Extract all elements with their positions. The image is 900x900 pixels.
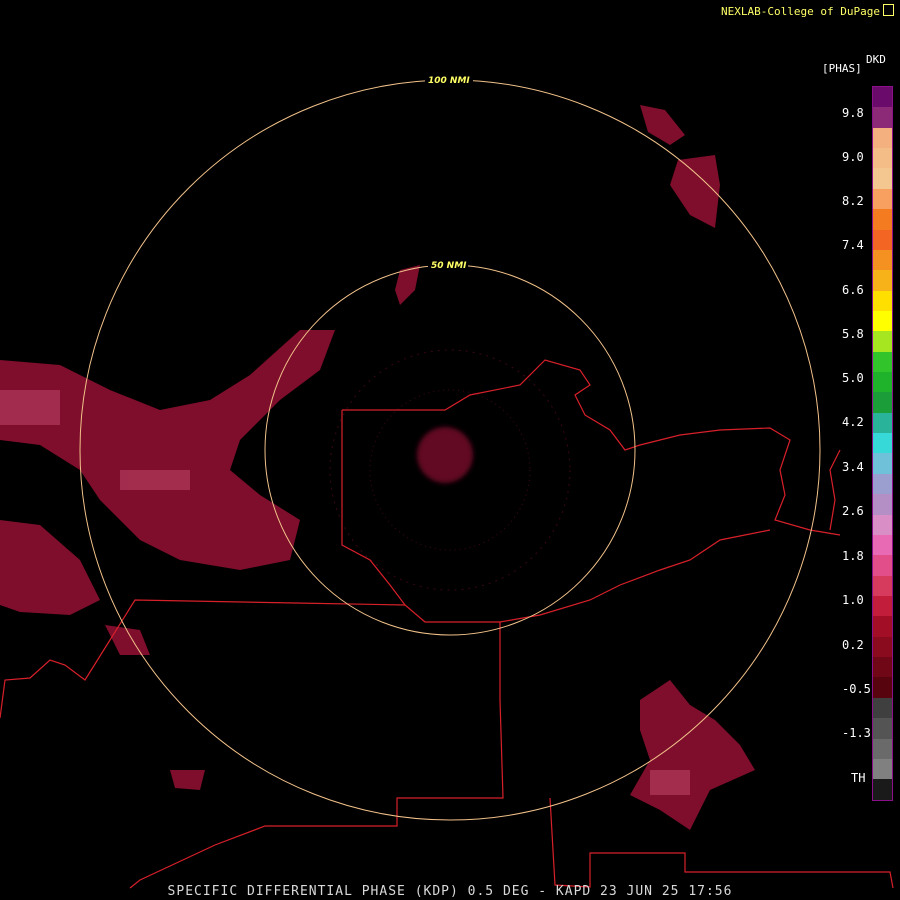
legend-color-swatch (873, 636, 892, 658)
legend-color-swatch (873, 290, 892, 311)
legend-tick-label: 1.0 (842, 593, 864, 607)
legend-tick-label: 9.0 (842, 150, 864, 164)
radar-map: 100 NMI 50 NMI (0, 74, 894, 889)
legend-tick-label: 1.8 (842, 549, 864, 563)
echo-south-small (170, 770, 205, 790)
legend-color-swatch (873, 87, 892, 108)
legend-color-swatch (873, 494, 892, 515)
echo-southwest-small (105, 625, 150, 655)
legend-color-swatch (873, 433, 892, 454)
border-state-east (829, 449, 841, 531)
legend-tick-label: 2.6 (842, 504, 864, 518)
clutter-center (417, 427, 473, 483)
legend-color-swatch (873, 555, 892, 576)
legend-color-swatch (873, 310, 892, 332)
legend-tick-label: 8.2 (842, 194, 864, 208)
legend-tick-label: 9.8 (842, 106, 864, 120)
echo-core-3 (650, 770, 690, 795)
legend-color-swatch (873, 616, 892, 637)
credit-label: NEXLAB-College of DuPage (721, 3, 894, 18)
legend-color-swatch (873, 453, 892, 474)
legend-color-swatch (873, 331, 892, 352)
legend-color-swatch (873, 188, 892, 210)
logo-icon (883, 4, 894, 16)
legend-color-swatch (873, 127, 892, 149)
color-legend-bar (872, 86, 893, 801)
border-county-east (341, 410, 771, 623)
legend-tick-label: -0.5 (842, 682, 871, 696)
legend-tick-label: 3.4 (842, 460, 864, 474)
legend-color-swatch (873, 209, 892, 230)
legend-color-swatch (873, 107, 892, 128)
legend-color-swatch (873, 758, 892, 780)
legend-color-swatch (873, 657, 892, 678)
legend-color-swatch (873, 372, 892, 393)
legend-color-swatch (873, 168, 892, 189)
legend-product: DKD (866, 53, 886, 66)
legend-color-swatch (873, 473, 892, 495)
legend-color-swatch (873, 249, 892, 271)
echo-layer (0, 105, 755, 830)
echo-northeast-1 (640, 105, 685, 145)
legend-tick-label: -1.3 (842, 726, 871, 740)
ring-label-100nmi: 100 NMI (428, 76, 470, 86)
border-county-west (342, 359, 841, 536)
legend-color-swatch (873, 677, 892, 698)
legend-units: [PHAS] (822, 62, 862, 75)
echo-north-cell (395, 265, 420, 305)
legend-tick-label: 7.4 (842, 238, 864, 252)
product-caption: SPECIFIC DIFFERENTIAL PHASE (KDP) 0.5 DE… (167, 884, 733, 899)
echo-northeast-2 (670, 155, 720, 228)
legend-tick-label: 5.8 (842, 327, 864, 341)
border-state-west (0, 599, 406, 719)
legend-color-swatch (873, 534, 892, 556)
legend-color-swatch (873, 412, 892, 434)
legend-color-swatch (873, 718, 892, 739)
legend-tick-label: TH (851, 771, 866, 785)
echo-west-south (0, 520, 100, 615)
legend-color-swatch (873, 738, 892, 759)
legend-color-swatch (873, 514, 892, 535)
legend-color-swatch (873, 270, 892, 291)
border-state-south (129, 622, 504, 889)
legend-tick-label: 5.0 (842, 371, 864, 385)
legend-color-swatch (873, 779, 892, 800)
legend-tick-label: 6.6 (842, 283, 864, 297)
legend-color-swatch (873, 697, 892, 719)
legend-color-swatch (873, 351, 892, 373)
echo-core-1 (0, 390, 60, 425)
legend-color-swatch (873, 595, 892, 617)
echo-core-2 (120, 470, 190, 490)
legend-color-swatch (873, 148, 892, 169)
echo-southeast (630, 680, 755, 830)
legend-tick-label: 0.2 (842, 638, 864, 652)
ground-clutter (329, 349, 571, 591)
legend-color-swatch (873, 575, 892, 596)
credit-text: NEXLAB-College of DuPage (721, 5, 880, 18)
legend-color-swatch (873, 392, 892, 413)
legend-color-swatch (873, 229, 892, 250)
ring-label-50nmi: 50 NMI (431, 261, 467, 271)
legend-tick-label: 4.2 (842, 415, 864, 429)
border-state-se (549, 797, 894, 889)
